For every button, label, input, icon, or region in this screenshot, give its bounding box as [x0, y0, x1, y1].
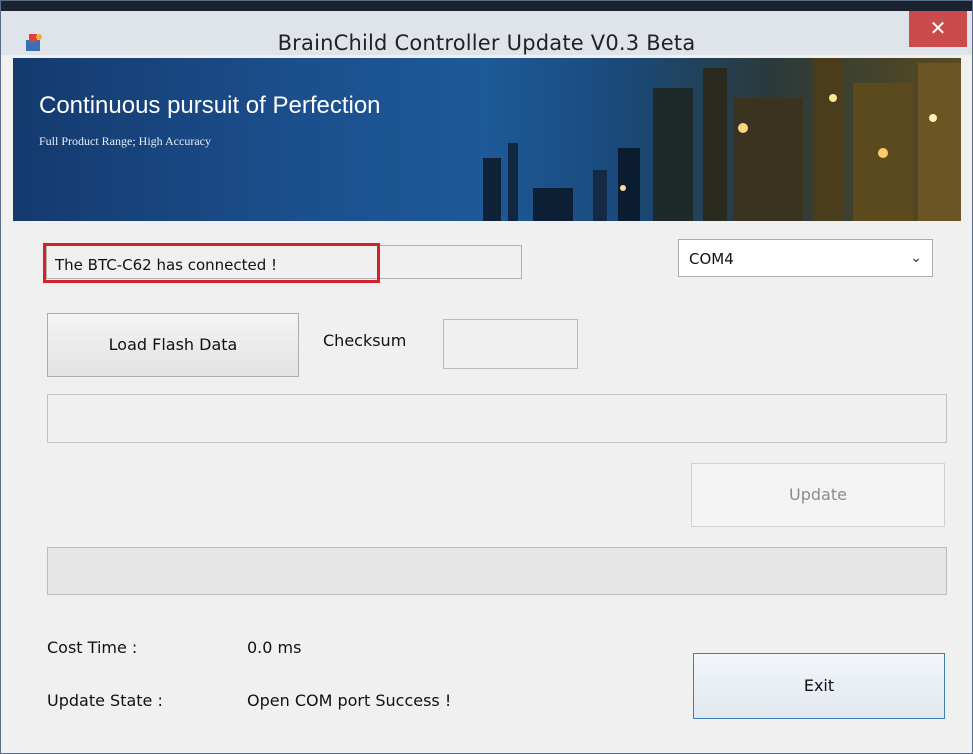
- progress-bar: [47, 547, 947, 595]
- load-flash-data-button[interactable]: Load Flash Data: [47, 313, 299, 377]
- desktop-strip: [1, 1, 972, 11]
- cost-time-value: 0.0 ms: [247, 638, 302, 657]
- update-state-label: Update State :: [47, 691, 163, 710]
- banner-subtitle: Full Product Range; High Accuracy: [39, 134, 211, 148]
- update-state-value: Open COM port Success !: [247, 691, 452, 710]
- checksum-label: Checksum: [323, 331, 407, 350]
- banner-title: Continuous pursuit of Perfection: [39, 92, 381, 119]
- window-title: BrainChild Controller Update V0.3 Beta: [277, 31, 696, 55]
- title-bar[interactable]: BrainChild Controller Update V0.3 Beta: [1, 11, 972, 55]
- file-path-field[interactable]: [47, 394, 947, 443]
- updater-window: BrainChild Controller Update V0.3 Beta ✕…: [0, 0, 973, 754]
- update-button[interactable]: Update: [691, 463, 945, 527]
- close-icon[interactable]: ✕: [909, 11, 967, 47]
- chevron-down-icon: ⌄: [910, 250, 922, 266]
- checksum-field[interactable]: [443, 319, 578, 369]
- com-port-value: COM4: [689, 250, 734, 268]
- exit-button[interactable]: Exit: [693, 653, 945, 719]
- com-port-select[interactable]: COM4 ⌄: [678, 239, 933, 277]
- banner: Continuous pursuit of Perfection Full Pr…: [13, 58, 961, 221]
- highlight-annotation: [43, 243, 380, 283]
- cost-time-label: Cost Time :: [47, 638, 138, 657]
